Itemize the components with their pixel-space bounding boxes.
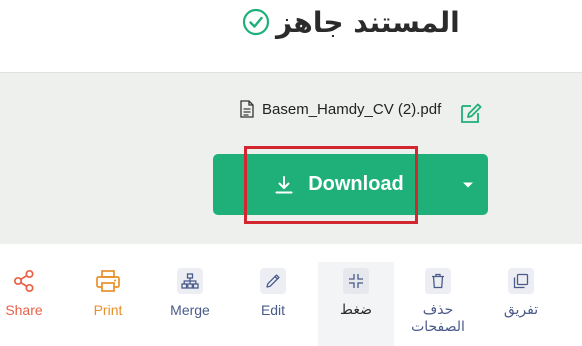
tool-edit[interactable]: Edit	[253, 268, 293, 318]
share-icon-wrap	[11, 268, 37, 294]
tool-merge-label: Merge	[170, 302, 210, 318]
tool-compress[interactable]: ضغط	[334, 268, 378, 319]
document-icon	[240, 100, 254, 118]
download-label: Download	[308, 173, 404, 195]
download-icon	[275, 175, 293, 193]
trash-icon	[432, 273, 444, 289]
tool-delete-pages[interactable]: حذف الصفحات	[405, 268, 471, 336]
edit-filename-icon[interactable]	[459, 102, 483, 124]
tool-share[interactable]: Share	[4, 268, 44, 318]
download-options-button[interactable]	[448, 154, 488, 215]
header: المستند جاهز	[0, 0, 582, 72]
trash-icon-wrap	[425, 268, 451, 294]
merge-icon-wrap	[177, 268, 203, 294]
file-name-row: Basem_Hamdy_CV (2).pdf	[240, 100, 441, 118]
print-icon	[96, 270, 120, 292]
tool-print-label: Print	[93, 302, 123, 318]
tool-share-label: Share	[5, 302, 43, 318]
tool-delete-pages-label: حذف الصفحات	[411, 302, 465, 335]
tool-edit-label: Edit	[260, 302, 286, 318]
page-title: المستند جاهز	[276, 5, 460, 39]
pencil-icon-wrap	[260, 268, 286, 294]
download-button-group: Download	[213, 154, 488, 215]
caret-down-icon	[463, 182, 473, 187]
compress-icon-wrap	[343, 268, 369, 294]
split-icon	[513, 273, 529, 289]
share-icon	[13, 269, 34, 293]
tool-print[interactable]: Print	[88, 268, 128, 318]
print-icon-wrap	[95, 268, 121, 294]
title-group: المستند جاهز	[242, 4, 460, 40]
merge-icon	[181, 273, 199, 289]
tool-split-label: تفريق	[503, 302, 539, 318]
compress-icon	[349, 274, 363, 288]
tool-merge[interactable]: Merge	[166, 268, 214, 318]
tool-split[interactable]: تفريق	[498, 268, 544, 319]
tool-compress-label: ضغط	[340, 302, 372, 318]
pencil-icon	[266, 274, 280, 288]
download-button[interactable]: Download	[213, 154, 445, 215]
split-icon-wrap	[508, 268, 534, 294]
file-name: Basem_Hamdy_CV (2).pdf	[262, 100, 442, 118]
check-circle-icon	[242, 8, 270, 36]
